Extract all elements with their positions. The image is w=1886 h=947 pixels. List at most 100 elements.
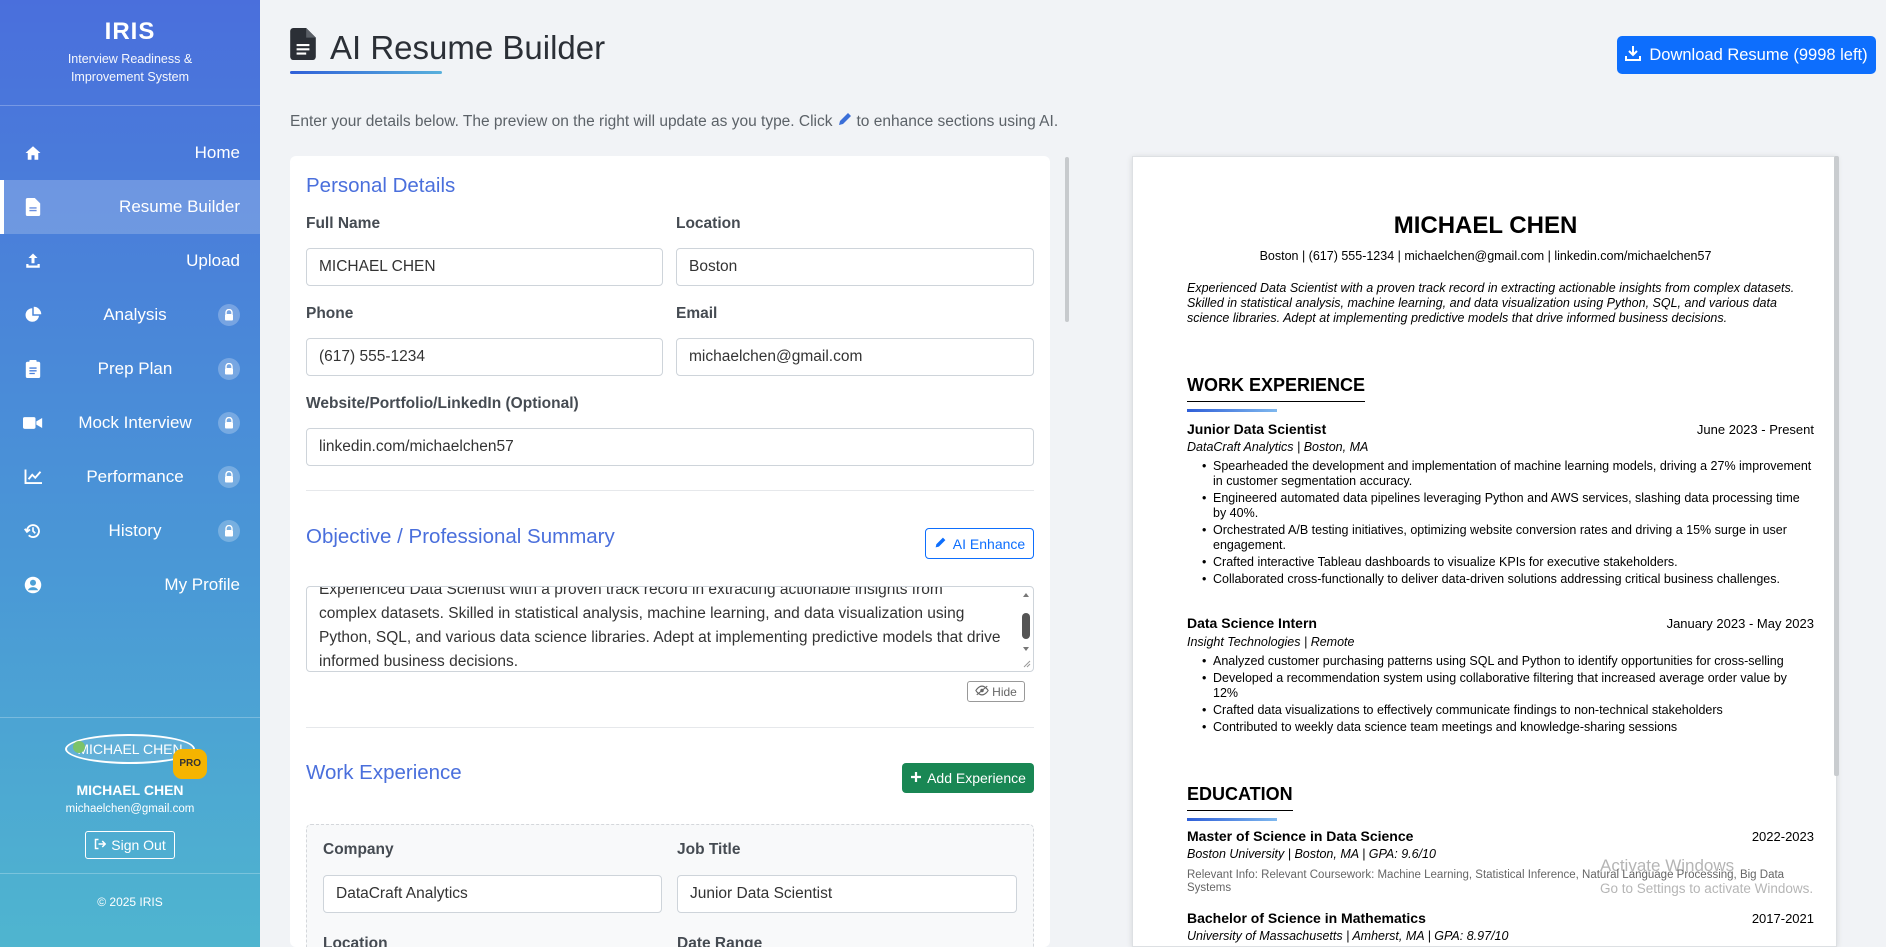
clipboard-icon — [22, 358, 44, 380]
avatar[interactable]: MICHAEL CHEN PRO — [65, 734, 207, 779]
sidebar-item-history[interactable]: History — [0, 504, 260, 558]
home-icon — [22, 142, 44, 164]
preview-scrollbar[interactable] — [1834, 156, 1839, 776]
sidebar-item-label: Prep Plan — [97, 359, 173, 378]
list-item: Engineered automated data pipelines leve… — [1202, 491, 1813, 521]
lock-icon — [218, 412, 240, 434]
summary-text: Experienced Data Scientist with a proven… — [319, 586, 1009, 671]
heading-accent-line — [1187, 409, 1277, 412]
sign-out-button[interactable]: Sign Out — [85, 831, 175, 859]
phone-input[interactable]: (617) 555-1234 — [306, 338, 663, 376]
job-title-label: Job Title — [677, 841, 741, 858]
location-input[interactable]: Boston — [676, 248, 1034, 286]
list-item: Crafted data visualizations to effective… — [1202, 703, 1813, 718]
section-divider — [306, 727, 1034, 728]
lock-icon — [218, 304, 240, 326]
experience-card: Company DataCraft Analytics Job Title Ju… — [306, 824, 1034, 947]
line-chart-icon — [22, 466, 44, 488]
sidebar-item-label: Upload — [186, 251, 240, 270]
sidebar-item-resume-builder[interactable]: Resume Builder — [0, 180, 260, 234]
sidebar: IRIS Interview Readiness & Improvement S… — [0, 0, 260, 947]
sidebar-item-label: Resume Builder — [119, 197, 240, 216]
exp-location-label: Location — [323, 935, 388, 947]
sidebar-item-label: Mock Interview — [78, 413, 192, 432]
ai-enhance-label: AI Enhance — [952, 535, 1026, 552]
avatar-image-icon — [73, 741, 85, 753]
user-email: michaelchen@gmail.com — [65, 803, 195, 815]
download-icon — [1625, 45, 1642, 66]
website-input[interactable]: linkedin.com/michaelchen57 — [306, 428, 1034, 466]
list-item: Developed a recommendation system using … — [1202, 671, 1813, 701]
download-resume-button[interactable]: Download Resume (9998 left) — [1617, 36, 1876, 74]
sidebar-item-prep-plan[interactable]: Prep Plan — [0, 342, 260, 396]
copyright: © 2025 IRIS — [97, 895, 163, 909]
hide-label: Hide — [992, 684, 1017, 699]
company-input[interactable]: DataCraft Analytics — [323, 875, 662, 913]
list-item: Crafted interactive Tableau dashboards t… — [1202, 555, 1813, 570]
job-title: Data Science Intern — [1187, 615, 1317, 631]
ai-enhance-button[interactable]: AI Enhance — [925, 528, 1034, 559]
sidebar-item-mock-interview[interactable]: Mock Interview — [0, 396, 260, 450]
hide-button[interactable]: Hide — [967, 681, 1025, 702]
job-bullets: Analyzed customer purchasing patterns us… — [1202, 654, 1813, 737]
sidebar-item-analysis[interactable]: Analysis — [0, 288, 260, 342]
user-name: MICHAEL CHEN — [76, 782, 184, 798]
full-name-input[interactable]: MICHAEL CHEN — [306, 248, 663, 286]
work-experience-title: Work Experience — [306, 761, 462, 784]
sidebar-item-performance[interactable]: Performance — [0, 450, 260, 504]
resume-form: Personal Details Full Name MICHAEL CHEN … — [290, 156, 1050, 947]
windows-watermark-title: Activate Windows — [1600, 856, 1735, 875]
job-bullets: Spearheaded the development and implemen… — [1202, 459, 1813, 589]
job-company: Insight Technologies | Remote — [1187, 635, 1355, 649]
add-experience-button[interactable]: Add Experience — [902, 763, 1034, 793]
list-item: Collaborated cross-functionally to deliv… — [1202, 572, 1813, 587]
main-content: AI Resume Builder Download Resume (9998 … — [260, 0, 1886, 947]
title-underline — [290, 71, 442, 74]
brand-subtitle: Interview Readiness & Improvement System — [67, 52, 193, 84]
sidebar-item-my-profile[interactable]: My Profile — [0, 558, 260, 612]
user-panel: MICHAEL CHEN PRO MICHAEL CHEN michaelche… — [0, 717, 260, 874]
degree-title: Bachelor of Science in Mathematics — [1187, 910, 1426, 926]
degree-years: 2017-2021 — [1751, 911, 1814, 926]
brand: IRIS Interview Readiness & Improvement S… — [0, 0, 260, 106]
education-heading: EDUCATION — [1187, 784, 1293, 811]
summary-partial-line: Experienced Data Scientist with a proven… — [319, 586, 943, 598]
sign-out-icon — [94, 837, 107, 853]
work-experience-heading: WORK EXPERIENCE — [1187, 375, 1366, 402]
sidebar-item-home[interactable]: Home — [0, 126, 260, 180]
list-item: Analyzed customer purchasing patterns us… — [1202, 654, 1813, 669]
user-circle-icon — [22, 574, 44, 596]
full-name-label: Full Name — [306, 215, 381, 232]
job-date: June 2023 - Present — [1696, 422, 1814, 437]
personal-details-title: Personal Details — [306, 174, 456, 197]
degree-school: Boston University | Boston, MA | GPA: 9.… — [1187, 847, 1436, 861]
summary-title: Objective / Professional Summary — [306, 525, 615, 548]
phone-label: Phone — [306, 305, 354, 322]
email-input[interactable]: michaelchen@gmail.com — [676, 338, 1034, 376]
pie-chart-icon — [22, 304, 44, 326]
windows-watermark-subtitle: Go to Settings to activate Windows. — [1600, 881, 1814, 896]
brand-title: IRIS — [104, 18, 156, 45]
page-title: AI Resume Builder — [290, 28, 605, 68]
list-item: Contributed to weekly data science team … — [1202, 720, 1813, 735]
add-experience-label: Add Experience — [927, 770, 1026, 786]
pencil-icon — [837, 111, 853, 132]
date-range-label: Date Range — [677, 935, 763, 947]
form-scrollbar[interactable] — [1065, 157, 1069, 322]
eye-slash-icon — [975, 685, 989, 699]
section-divider — [306, 490, 1034, 491]
resume-contact: Boston | (617) 555-1234 | michaelchen@gm… — [1259, 249, 1712, 263]
file-text-icon — [290, 28, 316, 68]
upload-icon — [22, 250, 44, 272]
sidebar-item-upload[interactable]: Upload — [0, 234, 260, 288]
summary-textarea[interactable]: Experienced Data Scientist with a proven… — [306, 586, 1034, 672]
job-title: Junior Data Scientist — [1187, 421, 1327, 437]
company-label: Company — [323, 841, 394, 858]
textarea-scrollbar[interactable] — [1021, 589, 1031, 669]
pencil-icon — [934, 536, 947, 552]
degree-school: University of Massachusetts | Amherst, M… — [1187, 929, 1509, 943]
avatar-text: MICHAEL CHEN — [77, 741, 183, 757]
resume-name: MICHAEL CHEN — [1393, 212, 1578, 239]
job-title-input[interactable]: Junior Data Scientist — [677, 875, 1017, 913]
website-label: Website/Portfolio/LinkedIn (Optional) — [306, 395, 579, 412]
